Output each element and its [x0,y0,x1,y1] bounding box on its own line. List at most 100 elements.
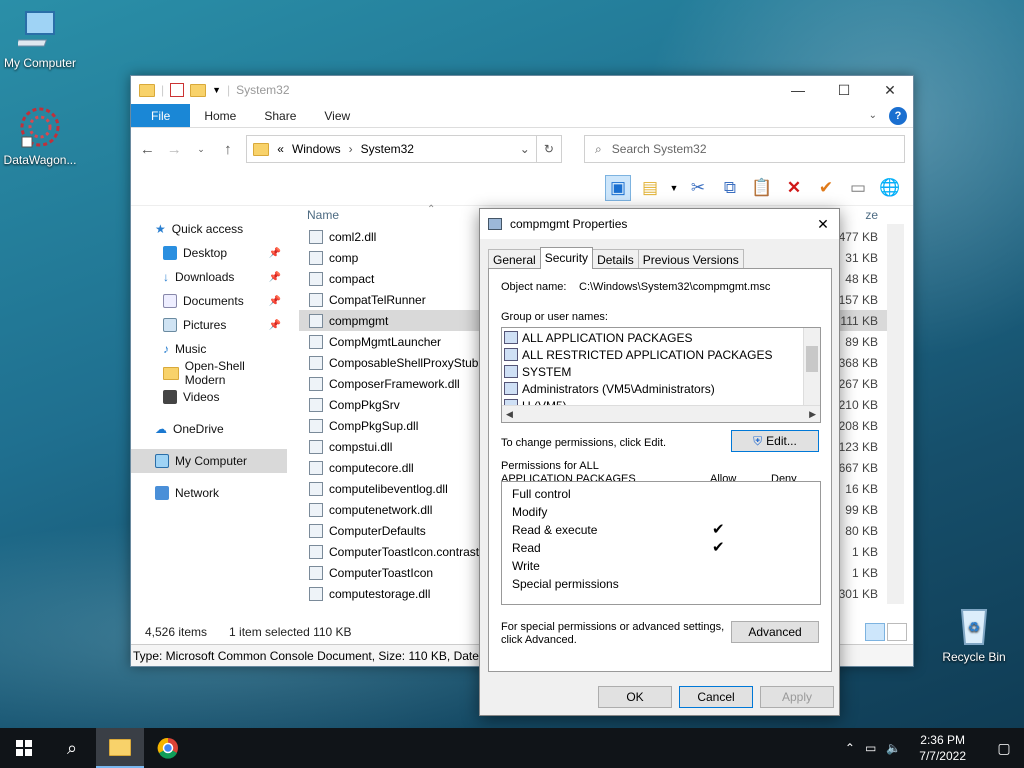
tab-view[interactable]: View [310,104,364,127]
file-name: computelibeventlog.dll [329,481,448,496]
globe-icon[interactable]: 🌐 [877,175,903,201]
column-header-name[interactable]: Name [307,208,339,222]
vertical-scrollbar[interactable] [803,328,820,406]
vertical-scrollbar[interactable] [887,224,904,604]
nav-desktop[interactable]: Desktop 📌 [131,241,287,265]
nav-documents[interactable]: Documents 📌 [131,289,287,313]
nav-label: Desktop [183,246,228,260]
nav-music[interactable]: ♪ Music [131,337,287,361]
file-icon [309,418,323,433]
back-arrow-icon[interactable]: ← [139,141,156,158]
chevron-down-icon[interactable]: ▼ [212,85,221,95]
scroll-thumb[interactable] [806,346,818,372]
minimize-button[interactable]: — [775,76,821,104]
nav-label: My Computer [175,454,248,468]
close-button[interactable]: ✕ [867,76,913,104]
nav-my-computer[interactable]: My Computer [131,449,287,473]
tab-previous-versions[interactable]: Previous Versions [637,249,744,269]
separator: | [227,83,231,97]
nav-pictures[interactable]: Pictures 📌 [131,313,287,337]
permissions-list[interactable]: Full control Modify Read & execute ✔ Read ✔ Wr… [501,481,821,605]
chevron-down-icon[interactable]: ⌄ [520,142,530,156]
navigation-pane: ★ Quick access Desktop 📌 ↓ Downloads 📌 Docum… [131,210,291,610]
desktop-icon-my-computer[interactable]: My Computer [0,8,80,70]
file-name: ComposerFramework.dll [329,376,460,391]
tab-details[interactable]: Details [592,249,639,269]
scroll-right-icon[interactable]: ▶ [809,409,816,420]
desktop-icon-recycle-bin[interactable]: ♻ Recycle Bin [934,602,1014,664]
tab-security[interactable]: Security [539,247,594,269]
group-list-item[interactable]: ALL RESTRICTED APPLICATION PACKAGES [504,346,773,363]
search-input[interactable]: Search System32 [612,142,707,156]
cloud-icon: ☁ [155,422,167,436]
horizontal-scrollbar[interactable]: ◀ ▶ [502,405,820,422]
clock[interactable]: 2:36 PM 7/7/2022 [911,732,974,764]
group-user-list[interactable]: ALL APPLICATION PACKAGES ALL RESTRICTED A… [501,327,821,423]
breadcrumb-system32[interactable]: System32 [361,142,414,156]
object-name-label: Object name: [501,281,567,293]
group-list-item[interactable]: ALL APPLICATION PACKAGES [504,329,693,346]
help-icon[interactable]: ? [889,106,907,125]
volume-icon[interactable]: 🔈 [886,741,901,755]
advanced-button[interactable]: Advanced [731,621,819,643]
file-icon [309,376,323,391]
allow-checkmark-icon: ✔ [712,539,725,556]
copy-icon[interactable]: ⧉ [717,175,743,201]
folder-options-icon[interactable]: ▤ [637,175,663,201]
maximize-button[interactable]: ☐ [821,76,867,104]
chevron-up-icon[interactable]: ⌃ [845,741,855,755]
new-folder-icon[interactable] [190,83,207,97]
cancel-button[interactable]: Cancel [679,686,753,708]
search-button[interactable]: ⌕ [48,728,96,768]
nav-network[interactable]: Network [131,481,287,505]
scroll-left-icon[interactable]: ◀ [506,409,513,420]
delete-icon[interactable]: ✕ [781,175,807,201]
nav-label: Downloads [175,270,235,284]
desktop-icon-datawagon[interactable]: DataWagon... [0,105,80,167]
nav-onedrive[interactable]: ☁ OneDrive [131,417,287,441]
details-view-icon[interactable] [865,623,885,641]
column-header-size[interactable]: ze [865,208,878,222]
tab-general[interactable]: General [488,249,541,269]
taskbar-chrome[interactable] [144,728,192,768]
checkmark-icon[interactable]: ✔ [813,175,839,201]
group-list-item[interactable]: Administrators (VM5\Administrators) [504,380,715,397]
forward-arrow-icon[interactable]: → [166,141,183,158]
tab-file[interactable]: File [131,104,191,127]
taskbar-file-explorer[interactable] [96,728,144,768]
breadcrumb-windows[interactable]: Windows [292,142,341,156]
group-list-item[interactable]: SYSTEM [504,363,571,380]
chevron-right-icon: › [348,142,353,156]
search-box[interactable]: ⌕ Search System32 [584,135,905,163]
file-size: 1 KB [851,544,878,559]
nav-quick-access[interactable]: ★ Quick access [131,217,287,241]
properties-icon[interactable] [170,83,185,97]
address-bar[interactable]: « Windows › System32 ⌄ [246,135,537,163]
breadcrumb-overflow[interactable]: « [277,142,284,156]
chevron-down-icon[interactable]: ▼ [669,175,679,201]
large-icons-view-icon[interactable] [887,623,907,641]
paste-icon[interactable]: 📋 [749,175,775,201]
rename-icon[interactable]: ▭ [845,175,871,201]
refresh-button[interactable]: ↻ [535,135,563,163]
tab-share[interactable]: Share [250,104,310,127]
nav-downloads[interactable]: ↓ Downloads 📌 [131,265,287,289]
apply-button[interactable]: Apply [760,686,834,708]
notification-icon[interactable]: ▢ [984,740,1024,757]
nav-label: Music [175,342,207,356]
nav-videos[interactable]: Videos [131,385,287,409]
chevron-down-icon[interactable]: ⌄ [193,144,210,155]
tab-home[interactable]: Home [190,104,250,127]
folder-icon[interactable] [139,83,155,97]
expand-ribbon-icon[interactable]: ⌄ [869,110,877,121]
preview-pane-icon[interactable]: ▣ [605,174,631,201]
pin-icon: 📌 [268,319,281,331]
cut-icon[interactable]: ✂ [685,175,711,201]
network-icon[interactable]: ▭ [865,741,876,755]
edit-button[interactable]: ⛨ Edit... [731,430,819,452]
up-arrow-icon[interactable]: ↑ [219,141,236,158]
start-button[interactable] [0,728,48,768]
ok-button[interactable]: OK [598,686,672,708]
close-icon[interactable]: ✕ [807,216,839,233]
nav-open-shell[interactable]: Open-Shell Modern [131,359,287,387]
